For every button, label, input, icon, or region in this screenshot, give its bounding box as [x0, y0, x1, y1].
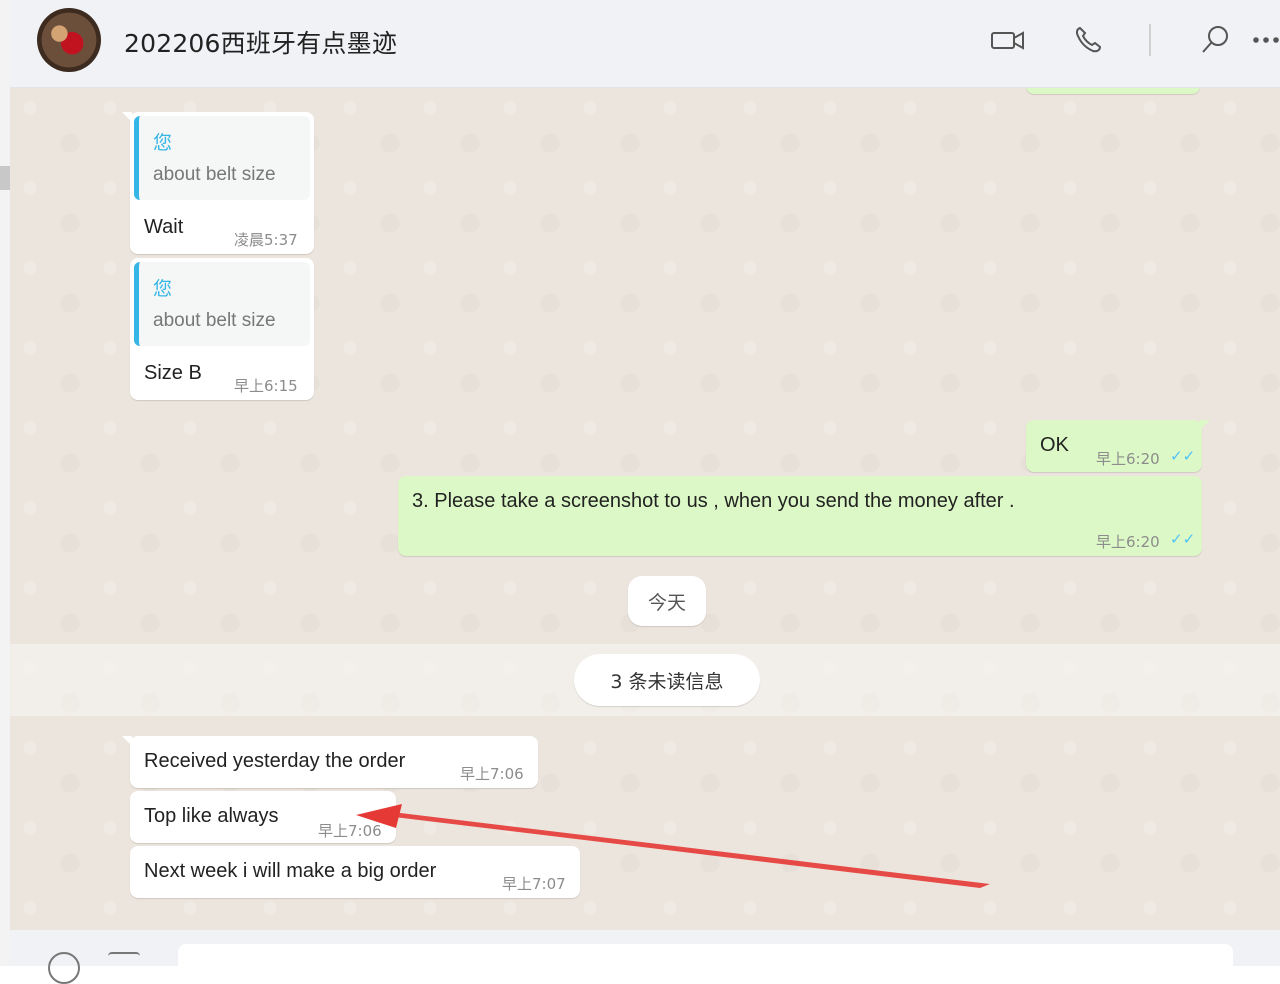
- scroll-marker: [0, 166, 10, 190]
- emoji-icon[interactable]: [48, 952, 80, 984]
- more-options-icon[interactable]: [1252, 22, 1280, 58]
- chat-header: 202206西班牙有点墨迹: [10, 0, 1280, 88]
- message-area[interactable]: 您 about belt size Wait 凌晨5:37 您 about be…: [10, 88, 1280, 930]
- video-call-icon[interactable]: [988, 22, 1028, 58]
- contact-avatar[interactable]: [37, 8, 101, 72]
- header-divider: [1149, 24, 1151, 56]
- voice-call-icon[interactable]: [1068, 22, 1108, 58]
- arrow-shaft: [386, 812, 990, 888]
- message-composer: [10, 930, 1280, 984]
- left-sidebar-strip: [0, 0, 10, 966]
- search-icon[interactable]: [1195, 22, 1235, 58]
- message-input[interactable]: [178, 944, 1233, 984]
- chat-title[interactable]: 202206西班牙有点墨迹: [124, 24, 397, 60]
- attach-icon[interactable]: [108, 952, 140, 984]
- arrow-head: [356, 804, 402, 828]
- annotation-arrow: [356, 804, 990, 888]
